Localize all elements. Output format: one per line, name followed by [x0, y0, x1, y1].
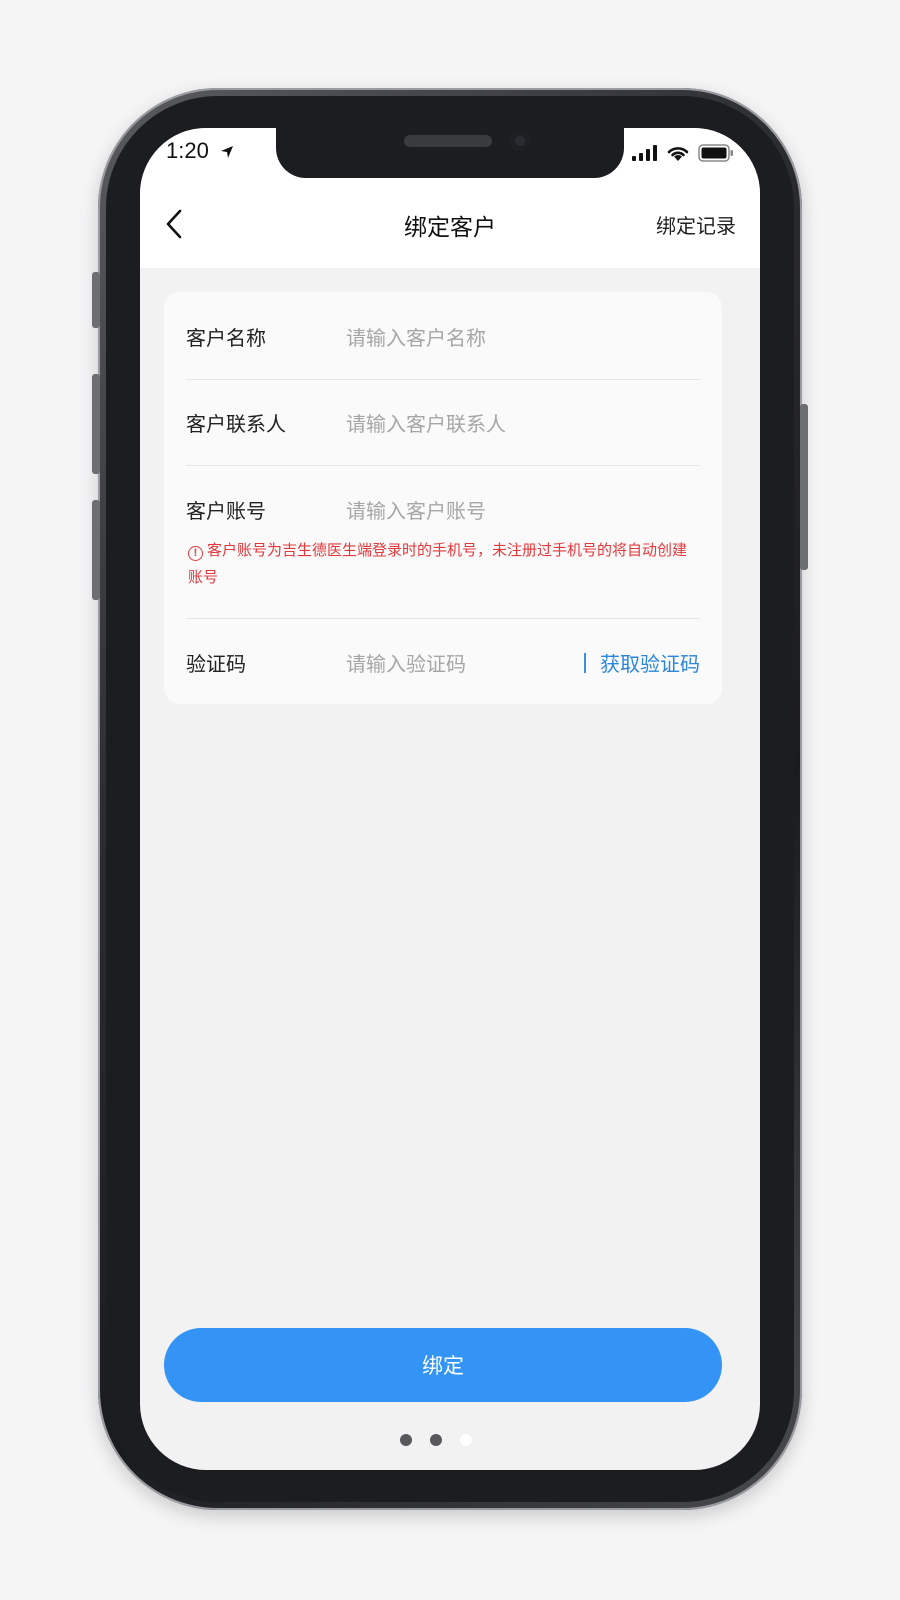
screen: 1:20 绑定客户 绑定记录 客户名称 请输入客户名称 客户联系人 请输入客户联… — [140, 128, 760, 1470]
divider — [186, 618, 700, 619]
bind-records-link[interactable]: 绑定记录 — [656, 210, 736, 239]
mute-switch — [92, 272, 100, 328]
code-separator — [584, 653, 586, 673]
verification-code-label: 验证码 — [186, 652, 246, 676]
alert-circle-icon: ! — [188, 546, 203, 561]
verification-code-row[interactable]: 验证码 请输入验证码 获取验证码 — [186, 648, 700, 680]
customer-account-row[interactable]: 客户账号 请输入客户账号 — [186, 495, 700, 527]
customer-contact-row[interactable]: 客户联系人 请输入客户联系人 — [186, 408, 700, 440]
page-dot-active[interactable] — [460, 1434, 472, 1446]
navigation-bar: 绑定客户 绑定记录 — [140, 188, 760, 268]
status-time: 1:20 — [166, 138, 209, 163]
volume-down-button — [92, 500, 100, 600]
account-warning-text: 客户账号为吉生德医生端登录时的手机号，未注册过手机号的将自动创建账号 — [188, 541, 688, 586]
bind-button[interactable]: 绑定 — [164, 1328, 722, 1402]
page-dot[interactable] — [430, 1434, 442, 1446]
wifi-icon — [666, 144, 690, 166]
customer-name-row[interactable]: 客户名称 请输入客户名称 — [186, 322, 700, 354]
customer-account-label: 客户账号 — [186, 499, 266, 523]
bind-form-card: 客户名称 请输入客户名称 客户联系人 请输入客户联系人 客户账号 请输入客户账号… — [164, 292, 722, 704]
power-button — [800, 404, 808, 570]
divider — [186, 465, 700, 466]
speaker-grille — [404, 135, 492, 147]
get-code-button[interactable]: 获取验证码 — [600, 648, 700, 677]
location-arrow-icon — [220, 144, 234, 163]
divider — [186, 379, 700, 380]
notch — [276, 128, 624, 178]
battery-icon — [698, 144, 734, 166]
front-camera — [510, 131, 530, 151]
customer-name-label: 客户名称 — [186, 326, 266, 350]
customer-contact-label: 客户联系人 — [186, 412, 286, 436]
customer-contact-input[interactable]: 请输入客户联系人 — [346, 408, 506, 437]
account-warning: ! 客户账号为吉生德医生端登录时的手机号，未注册过手机号的将自动创建账号 — [188, 537, 700, 591]
signal-icon — [632, 145, 658, 165]
customer-name-input[interactable]: 请输入客户名称 — [346, 322, 486, 351]
page-dot[interactable] — [400, 1434, 412, 1446]
page-indicator — [400, 1434, 472, 1446]
verification-code-input[interactable]: 请输入验证码 — [346, 648, 466, 677]
volume-up-button — [92, 374, 100, 474]
status-icons — [632, 144, 734, 166]
customer-account-input[interactable]: 请输入客户账号 — [346, 495, 486, 524]
